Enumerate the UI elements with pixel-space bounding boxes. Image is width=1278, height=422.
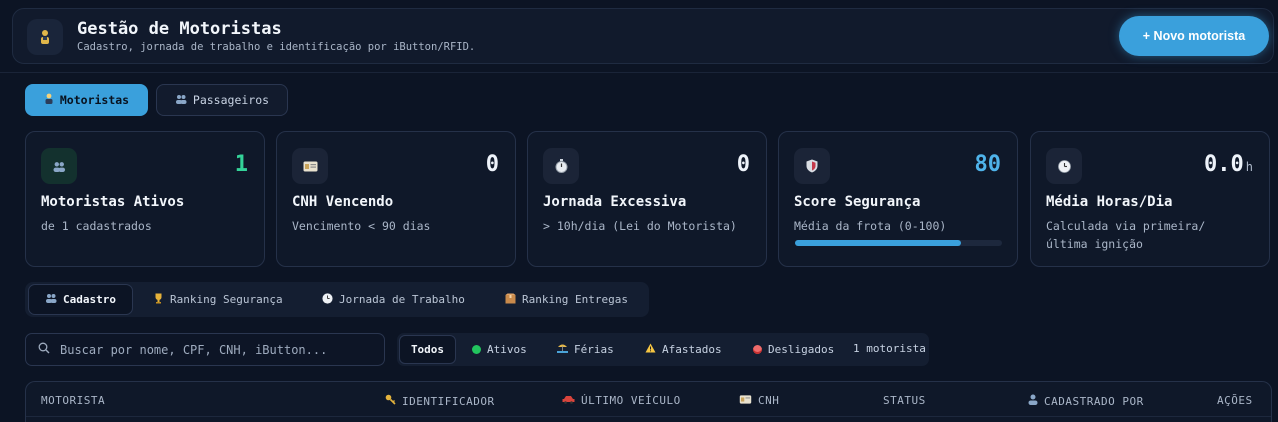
package-icon	[505, 293, 516, 307]
section-tabs: Cadastro Ranking Segurança Jornada de Tr…	[25, 282, 649, 317]
tab-label: Motoristas	[59, 93, 130, 107]
column-header-cadastrado-por[interactable]: CADASTRADO POR	[1028, 394, 1144, 408]
filter-ferias[interactable]: Férias	[557, 335, 614, 364]
tab-ranking-seguranca[interactable]: Ranking Segurança	[153, 284, 283, 315]
column-header-identificador[interactable]: IDENTIFICADOR	[385, 394, 495, 408]
stat-description: Média da frota (0-100)	[794, 219, 947, 233]
stat-value: 1	[234, 152, 248, 177]
clock-icon	[1046, 148, 1082, 184]
stat-label: CNH Vencendo	[292, 194, 394, 210]
status-filters: Todos Ativos Férias Afastados Desligados…	[397, 333, 929, 366]
progress-fill	[795, 240, 961, 246]
people-icon	[41, 148, 77, 184]
key-icon	[385, 394, 396, 408]
page-title: Gestão de Motoristas	[77, 19, 282, 39]
red-dot-icon	[753, 345, 762, 354]
stat-number: 0.0	[1204, 152, 1244, 177]
filter-desligados[interactable]: Desligados	[753, 335, 834, 364]
driver-icon	[27, 19, 63, 55]
filter-label: Afastados	[662, 343, 722, 356]
beach-icon	[557, 343, 568, 356]
user-icon	[1028, 394, 1038, 408]
filter-afastados[interactable]: Afastados	[645, 335, 722, 364]
header-divider	[0, 72, 1278, 73]
table-header-divider	[26, 416, 1271, 417]
stat-card-avg-hours: 0.0 h Média Horas/Dia Calculada via prime…	[1030, 131, 1270, 267]
filter-ativos[interactable]: Ativos	[472, 335, 527, 364]
stat-value: 80	[974, 152, 1002, 177]
warning-icon	[645, 343, 656, 356]
filter-todos[interactable]: Todos	[399, 335, 456, 364]
stat-description: Vencimento < 90 dias	[292, 219, 431, 233]
stat-value: 0.0 h	[1204, 152, 1253, 177]
stat-value: 0	[485, 152, 499, 177]
filter-label: Desligados	[768, 343, 835, 356]
column-label: AÇÕES	[1217, 394, 1253, 407]
stat-description: Calculada via primeira/ última ignição	[1046, 219, 1206, 251]
stat-label: Média Horas/Dia	[1046, 194, 1173, 210]
stat-card-active-drivers: 1 Motoristas Ativos de 1 cadastrados	[25, 131, 265, 267]
drivers-table: MOTORISTA IDENTIFICADOR ÚLTIMO VEÍCULO C…	[25, 381, 1272, 422]
tab-label: Passageiros	[192, 93, 270, 107]
column-label: IDENTIFICADOR	[402, 394, 495, 408]
column-label: STATUS	[883, 394, 926, 407]
filter-label: Todos	[410, 343, 445, 356]
green-dot-icon	[472, 345, 481, 354]
column-label: CNH	[758, 394, 780, 407]
people-icon	[45, 293, 57, 306]
trophy-icon	[153, 293, 164, 307]
column-label: ÚLTIMO VEÍCULO	[581, 394, 681, 407]
column-header-cnh[interactable]: CNH	[739, 394, 779, 407]
page-subtitle: Cadastro, jornada de trabalho e identifi…	[77, 41, 476, 53]
tab-jornada-trabalho[interactable]: Jornada de Trabalho	[322, 284, 465, 315]
tab-cadastro[interactable]: Cadastro	[28, 284, 133, 315]
search-input[interactable]	[60, 342, 360, 357]
stat-description: de 1 cadastrados	[41, 219, 152, 233]
stopwatch-icon	[543, 148, 579, 184]
tab-label: Jornada de Trabalho	[339, 293, 465, 306]
stat-card-cnh-expiring: 0 CNH Vencendo Vencimento < 90 dias	[276, 131, 516, 267]
driver-icon	[44, 93, 54, 107]
stat-label: Jornada Excessiva	[543, 194, 687, 210]
stat-unit: h	[1245, 160, 1253, 174]
search-box[interactable]	[25, 333, 385, 366]
driver-count: 1 motorista	[853, 342, 926, 355]
column-header-status[interactable]: STATUS	[883, 394, 926, 407]
stat-label: Score Segurança	[794, 194, 921, 210]
stat-card-safety-score: 80 Score Segurança Média da frota (0-100…	[778, 131, 1018, 267]
car-icon	[562, 394, 575, 407]
search-icon	[38, 342, 50, 358]
tab-label: Ranking Segurança	[170, 293, 283, 306]
column-header-acoes: AÇÕES	[1217, 394, 1253, 407]
filter-label: Férias	[574, 343, 614, 356]
tab-ranking-entregas[interactable]: Ranking Entregas	[505, 284, 628, 315]
tab-label: Ranking Entregas	[522, 293, 628, 306]
shield-icon	[794, 148, 830, 184]
column-header-motorista[interactable]: MOTORISTA	[41, 394, 105, 407]
clock-icon	[322, 292, 333, 307]
tab-label: Cadastro	[63, 293, 116, 306]
stat-description: > 10h/dia (Lei do Motorista)	[543, 219, 737, 233]
stat-label: Motoristas Ativos	[41, 194, 185, 210]
column-header-ultimo-veiculo[interactable]: ÚLTIMO VEÍCULO	[562, 394, 681, 407]
stat-card-excessive-journey: 0 Jornada Excessiva > 10h/dia (Lei do Mo…	[527, 131, 767, 267]
id-card-icon	[739, 394, 752, 407]
safety-score-progress-bar	[795, 240, 1002, 246]
tab-passageiros[interactable]: Passageiros	[156, 84, 288, 116]
column-label: CADASTRADO POR	[1044, 394, 1144, 408]
tab-motoristas[interactable]: Motoristas	[25, 84, 148, 116]
new-driver-button[interactable]: + Novo motorista	[1119, 16, 1269, 56]
stat-value: 0	[736, 152, 750, 177]
id-card-icon	[292, 148, 328, 184]
people-icon	[175, 94, 187, 107]
page-header: Gestão de Motoristas Cadastro, jornada d…	[12, 8, 1274, 64]
column-label: MOTORISTA	[41, 394, 106, 407]
filter-label: Ativos	[487, 343, 527, 356]
